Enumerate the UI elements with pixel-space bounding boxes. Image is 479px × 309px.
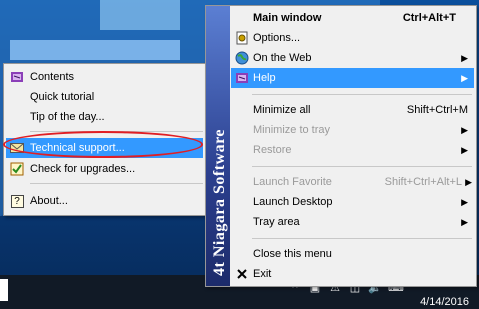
menu-item-options[interactable]: Options... [231,28,474,48]
menu-item-on-the-web[interactable]: On the Web ▶ [231,48,474,68]
menu-item-launch-favorite: Launch Favorite Shift+Ctrl+Alt+L ▶ [231,172,474,192]
annotation-ellipse [3,131,203,158]
menu-label: Help [253,72,276,84]
desktop-wallpaper-pane [10,40,180,60]
menu-label: Minimize to tray [253,124,331,136]
menu-item-launch-desktop[interactable]: Launch Desktop ▶ [231,192,474,212]
menu-label: Tip of the day... [30,111,105,123]
menu-separator [252,94,472,95]
menu-item-help[interactable]: Help ▶ [231,68,474,88]
menu-shortcut: Shift+Ctrl+Alt+L [384,176,462,188]
menu-item-minimize-to-tray: Minimize to tray ▶ [231,120,474,140]
help-book-icon [9,69,25,85]
submenu-arrow-icon: ▶ [461,145,468,155]
brand-strip: 4t Niagara Software [206,6,230,286]
checklist-icon [9,161,25,177]
menu-label: Launch Desktop [253,196,333,208]
menu-item-exit[interactable]: Exit [231,264,474,284]
submenu-arrow-icon: ▶ [465,177,472,187]
menu-label: Options... [253,32,301,44]
menu-label: Exit [253,268,272,280]
menu-label: Quick tutorial [30,91,95,103]
submenu-arrow-icon: ▶ [461,125,468,135]
menu-item-minimize-all[interactable]: Minimize all Shift+Ctrl+M [231,100,474,120]
submenu-arrow-icon: ▶ [461,73,468,83]
submenu-arrow-icon: ▶ [461,197,468,207]
submenu-arrow-icon: ▶ [461,217,468,227]
question-box-icon: ? [9,193,25,209]
taskbar-button-stub[interactable] [0,279,8,301]
close-x-icon [234,266,250,282]
menu-label: Contents [30,71,75,83]
help-book-icon [234,70,250,86]
submenu-arrow-icon: ▶ [461,53,468,63]
submenu-item-about[interactable]: ? About... [6,191,203,211]
submenu-item-tip-of-the-day[interactable]: Tip of the day... [6,107,203,127]
desktop-wallpaper-pane [100,0,180,30]
submenu-item-quick-tutorial[interactable]: Quick tutorial [6,87,203,107]
menu-label: On the Web [253,52,312,64]
globe-icon [234,50,250,66]
menu-separator [252,238,472,239]
submenu-item-check-for-upgrades[interactable]: Check for upgrades... [6,159,203,179]
menu-shortcut: Ctrl+Alt+T [402,12,456,24]
menu-separator [30,183,203,184]
gear-document-icon [234,30,250,46]
menu-label: Minimize all [253,104,311,116]
tray-context-menu: 4t Niagara Software Main window Ctrl+Alt… [205,5,477,287]
brand-label: 4t Niagara Software [211,129,228,276]
menu-label: Main window [253,12,322,24]
menu-shortcut: Shift+Ctrl+M [406,104,468,116]
menu-item-close-this-menu[interactable]: Close this menu [231,244,474,264]
clock-date: 4/14/2016 [420,296,469,308]
menu-item-main-window[interactable]: Main window Ctrl+Alt+T [231,8,474,28]
menu-label: Restore [253,144,292,156]
menu-item-restore: Restore ▶ [231,140,474,160]
submenu-item-contents[interactable]: Contents [6,67,203,87]
menu-label: Check for upgrades... [30,163,136,175]
menu-label: Close this menu [253,248,332,260]
menu-label: Launch Favorite [253,176,332,188]
menu-label: About... [30,195,68,207]
menu-item-tray-area[interactable]: Tray area ▶ [231,212,474,232]
menu-separator [252,166,472,167]
menu-label: Tray area [253,216,300,228]
